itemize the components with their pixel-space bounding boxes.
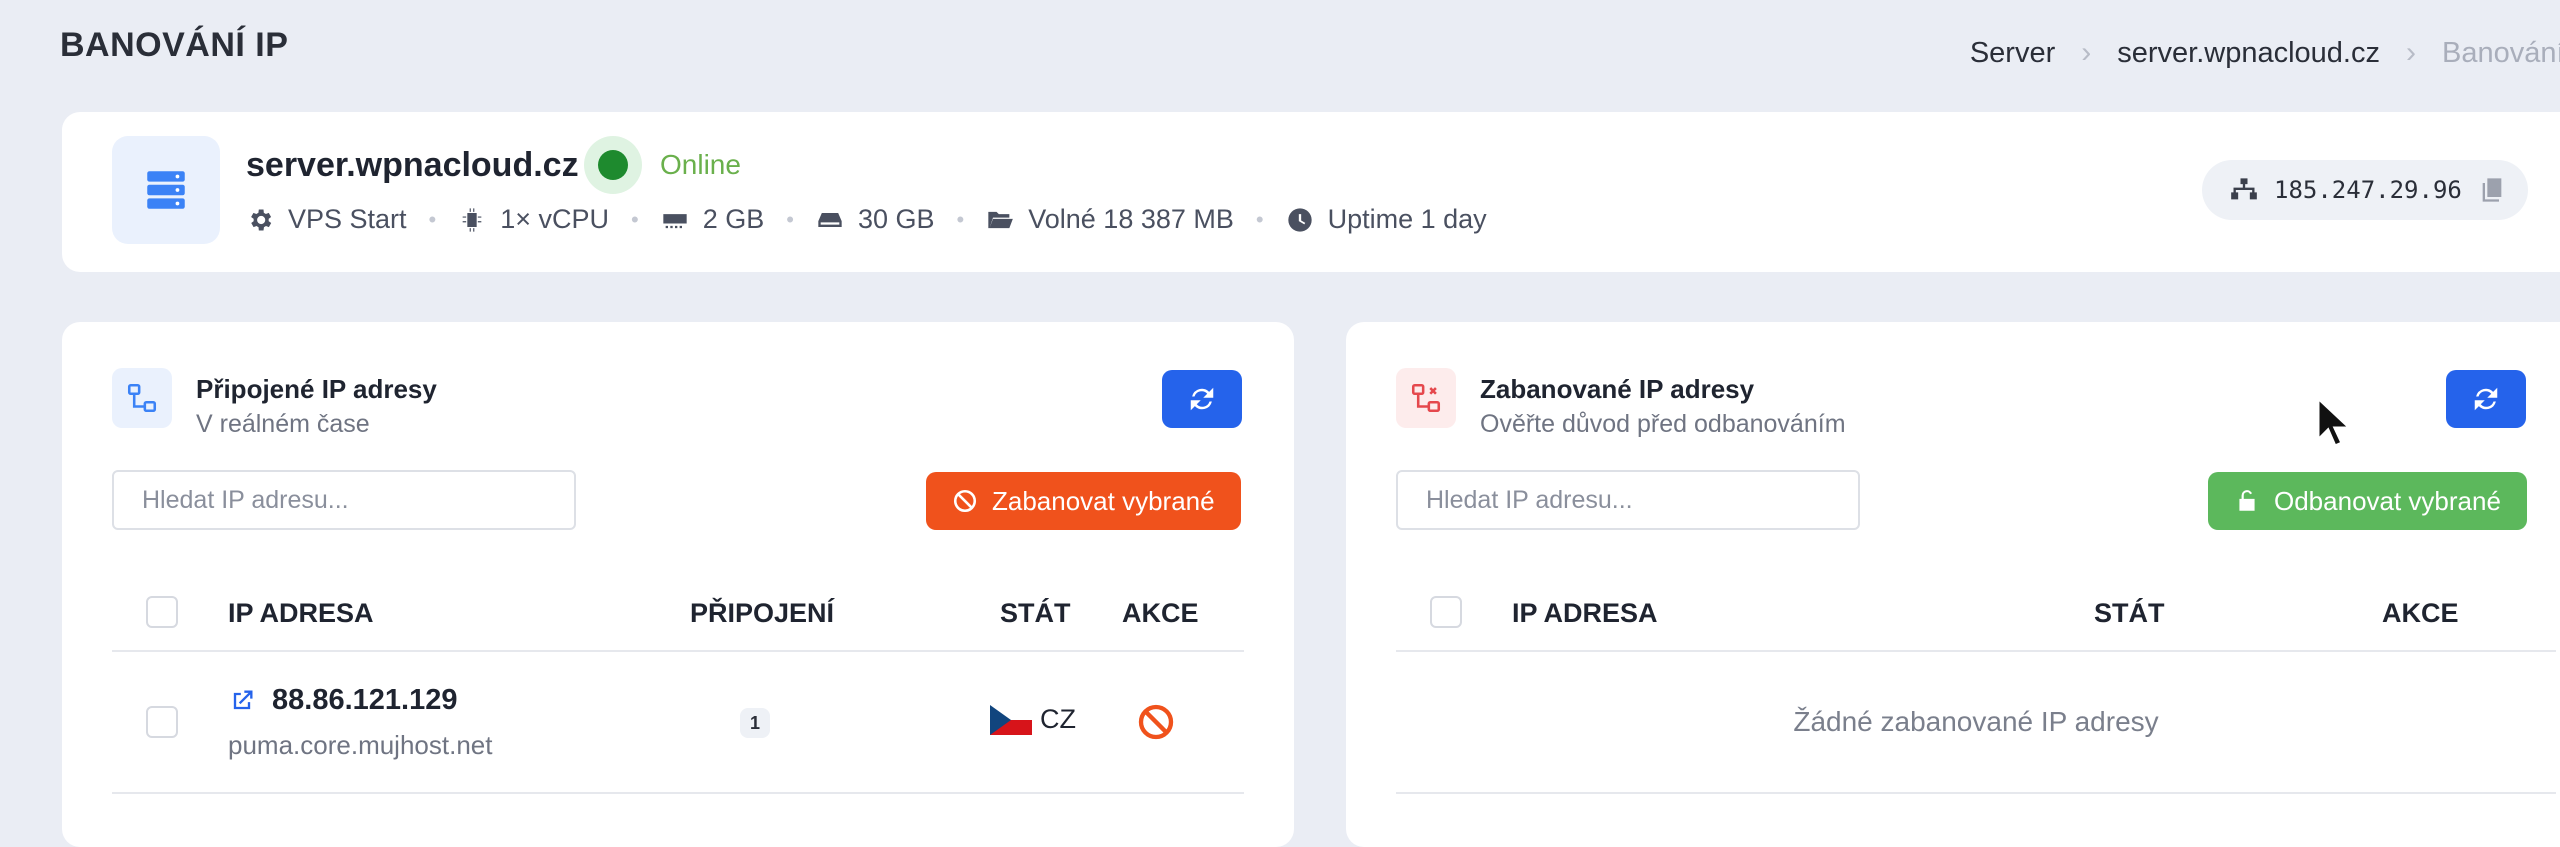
ip-address: 88.86.121.129: [228, 684, 457, 717]
connected-ips-panel: Připojené IP adresy V reálném čase Zaban…: [62, 322, 1294, 847]
column-country: STÁT: [2094, 598, 2165, 628]
spec-cpu: 1× vCPU: [458, 204, 609, 235]
gear-icon: [251, 209, 272, 230]
server-ip-chip[interactable]: 185.247.29.96: [2202, 160, 2528, 220]
search-banned-input[interactable]: [1396, 470, 1860, 530]
panel-title: Zabanované IP adresy: [1480, 374, 1755, 404]
column-ip: IP ADRESA: [1512, 598, 1658, 628]
spec-plan: VPS Start: [246, 204, 407, 235]
external-link-icon[interactable]: [228, 687, 256, 715]
spec-ram: 2 GB: [661, 204, 764, 235]
page-title: BANOVÁNÍ IP: [60, 26, 289, 64]
breadcrumb: Server › server.wpnacloud.cz › Banování …: [1970, 36, 2560, 70]
row-checkbox[interactable]: [146, 706, 178, 738]
network-icon: [2231, 178, 2257, 200]
server-ip: 185.247.29.96: [2274, 176, 2462, 204]
select-all-checkbox[interactable]: [146, 596, 178, 628]
status-dot-icon: [584, 136, 642, 194]
column-country: STÁT: [1000, 598, 1071, 628]
hard-drive-icon: [818, 212, 842, 227]
copy-icon[interactable]: [2478, 176, 2506, 204]
panel-subtitle: Ověřte důvod před odbanováním: [1480, 410, 1846, 438]
country-cell: CZ: [990, 704, 1076, 735]
spec-disk: 30 GB: [816, 204, 935, 235]
unlock-icon: [2239, 490, 2255, 511]
memory-icon: [663, 213, 687, 228]
ban-selected-button[interactable]: Zabanovat vybrané: [926, 472, 1241, 530]
table-row: 88.86.121.129 puma.core.mujhost.net 1 CZ: [112, 652, 1244, 794]
panel-subtitle: V reálném čase: [196, 410, 370, 438]
select-all-checkbox[interactable]: [1430, 596, 1462, 628]
refresh-banned-button[interactable]: [2446, 370, 2526, 428]
column-action: AKCE: [1122, 598, 1199, 628]
table-header: IP ADRESA STÁT AKCE: [1396, 574, 2556, 652]
column-connections: PŘIPOJENÍ: [690, 598, 835, 628]
connection-count-badge: 1: [740, 708, 770, 738]
ban-ip-icon[interactable]: [1136, 702, 1176, 742]
spec-uptime: Uptime 1 day: [1286, 204, 1487, 235]
empty-state: Žádné zabanované IP adresy: [1396, 652, 2556, 794]
breadcrumb-item-server[interactable]: Server: [1970, 37, 2055, 70]
spec-free: Volné 18 387 MB: [986, 204, 1234, 235]
hostname: puma.core.mujhost.net: [228, 730, 493, 760]
search-connected-input[interactable]: [112, 470, 576, 530]
chevron-right-icon: ›: [2406, 36, 2416, 69]
refresh-icon: [2474, 387, 2498, 411]
chevron-right-icon: ›: [2081, 36, 2092, 69]
folder-open-icon: [988, 211, 1014, 228]
server-specs: VPS Start • 1× vCPU • 2 GB • 30 GB • Vol…: [246, 204, 1487, 235]
banned-ips-panel: Zabanované IP adresy Ověřte důvod před o…: [1346, 322, 2560, 847]
connected-network-icon: [112, 368, 172, 428]
banned-network-icon: [1396, 368, 1456, 428]
column-ip: IP ADRESA: [228, 598, 374, 628]
server-icon: [112, 136, 220, 244]
mouse-cursor-icon: [2316, 396, 2354, 448]
refresh-icon: [1190, 387, 1214, 411]
unban-selected-button[interactable]: Odbanovat vybrané: [2208, 472, 2527, 530]
status-text: Online: [660, 149, 741, 180]
ban-icon: [953, 489, 977, 513]
server-card: server.wpnacloud.cz Online VPS Start • 1…: [62, 112, 2560, 272]
panel-title: Připojené IP adresy: [196, 374, 437, 404]
clock-icon: [1287, 207, 1312, 232]
status-indicator: Online: [584, 136, 741, 194]
cpu-icon: [462, 207, 482, 232]
column-action: AKCE: [2382, 598, 2459, 628]
server-name: server.wpnacloud.cz: [246, 146, 579, 184]
breadcrumb-item-hostname[interactable]: server.wpnacloud.cz: [2117, 37, 2380, 70]
refresh-connected-button[interactable]: [1162, 370, 1242, 428]
czech-flag-icon: [990, 704, 1032, 735]
table-header: IP ADRESA PŘIPOJENÍ STÁT AKCE: [112, 574, 1244, 652]
breadcrumb-item-current: Banování IP: [2442, 36, 2560, 69]
